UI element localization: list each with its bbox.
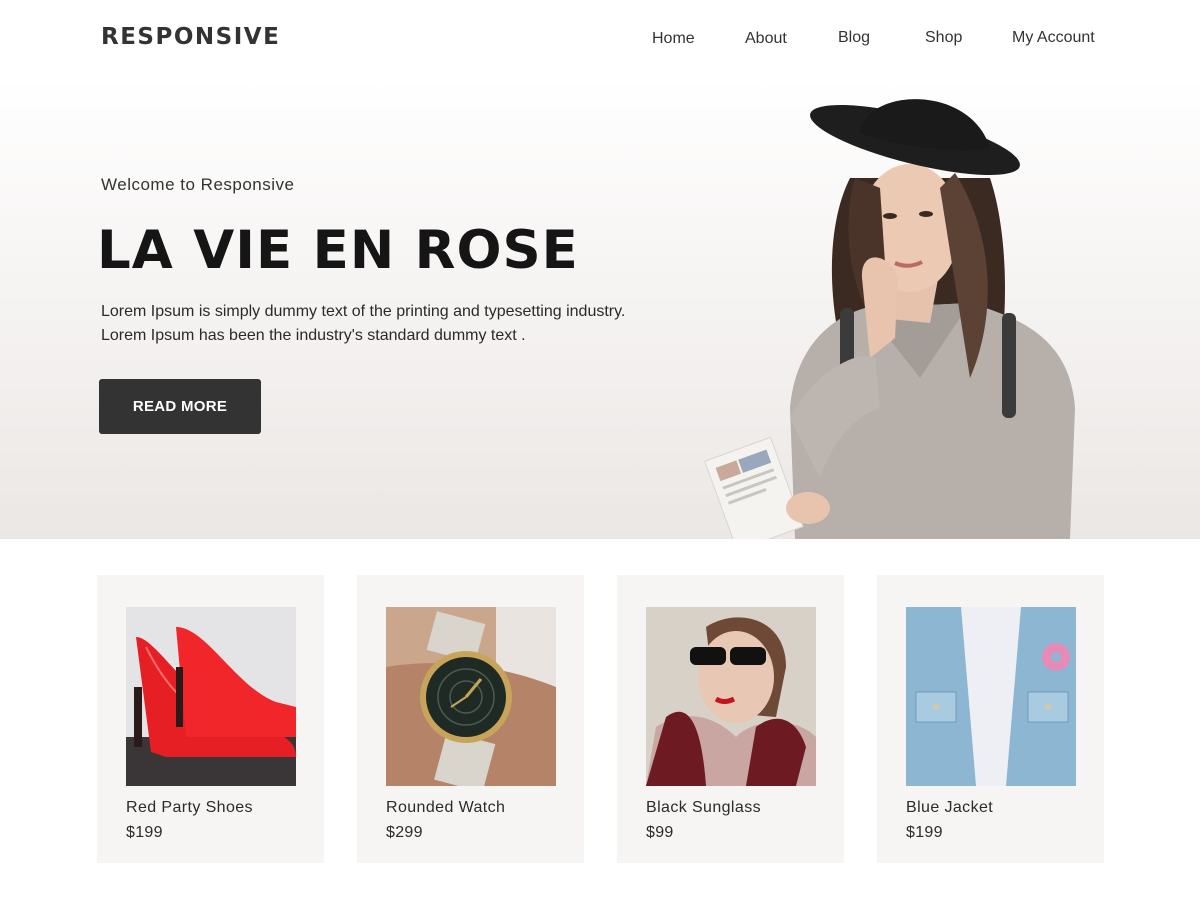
hero-description: Lorem Ipsum is simply dummy text of the … (101, 303, 626, 344)
product-name[interactable]: Blue Jacket (906, 799, 993, 817)
product-image-red-shoes[interactable] (126, 607, 296, 786)
product-name[interactable]: Black Sunglass (646, 799, 761, 817)
hero-banner: Welcome to Responsive LA VIE EN ROSE Lor… (0, 78, 1200, 539)
hero-model-image (690, 78, 1110, 539)
product-image-denim-jacket[interactable] (906, 607, 1076, 786)
product-image-watch[interactable] (386, 607, 556, 786)
product-card[interactable]: Red Party Shoes $199 (97, 575, 324, 863)
product-card[interactable]: Rounded Watch $299 (357, 575, 584, 863)
nav-shop[interactable]: Shop (925, 29, 962, 47)
product-price: $199 (126, 824, 163, 841)
hero-welcome-text: Welcome to Responsive (101, 175, 295, 194)
product-card[interactable]: Black Sunglass $99 (617, 575, 844, 863)
nav-blog[interactable]: Blog (838, 29, 870, 47)
product-price: $199 (906, 824, 943, 841)
read-more-button[interactable]: READ MORE (99, 379, 261, 434)
nav-my-account[interactable]: My Account (1012, 29, 1095, 47)
product-price: $299 (386, 824, 423, 841)
product-image-sunglasses[interactable] (646, 607, 816, 786)
product-name[interactable]: Rounded Watch (386, 799, 505, 817)
nav-home[interactable]: Home (652, 30, 695, 48)
nav-about[interactable]: About (745, 30, 787, 48)
hero-title: LA VIE EN ROSE (97, 220, 579, 281)
site-logo[interactable]: RESPONSIVE (101, 24, 280, 50)
site-header: RESPONSIVE Home About Blog Shop My Accou… (0, 0, 1200, 78)
product-card[interactable]: Blue Jacket $199 (877, 575, 1104, 863)
product-price: $99 (646, 824, 674, 841)
product-name[interactable]: Red Party Shoes (126, 799, 253, 817)
